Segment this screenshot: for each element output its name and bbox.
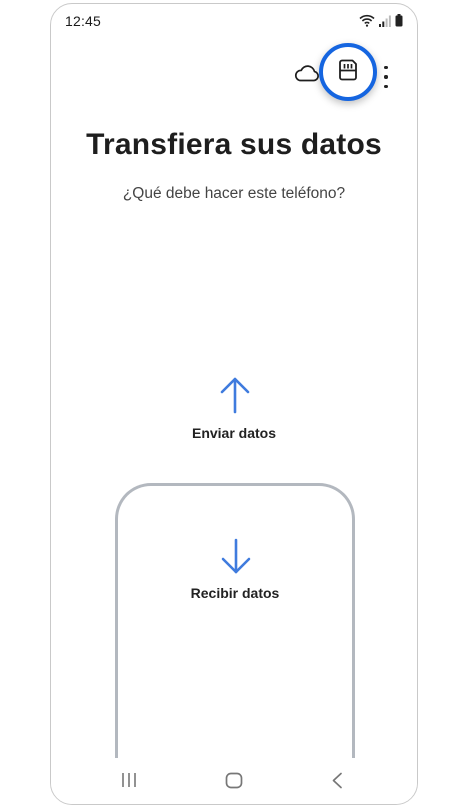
recents-icon[interactable] — [121, 772, 137, 793]
cloud-button[interactable] — [293, 64, 321, 86]
wifi-icon — [359, 14, 375, 32]
sd-card-button[interactable] — [319, 43, 377, 101]
toolbar — [51, 43, 417, 106]
status-icons — [359, 14, 403, 32]
send-data-label: Enviar datos — [191, 425, 277, 441]
status-bar: 12:45 — [51, 4, 417, 40]
more-options-icon — [384, 66, 388, 70]
signal-icon — [379, 14, 391, 32]
arrow-up-icon — [219, 376, 251, 419]
page-title: Transfiera sus datos — [86, 128, 382, 161]
back-icon[interactable] — [331, 772, 343, 794]
more-options-button[interactable] — [381, 66, 391, 88]
receive-data-label: Recibir datos — [190, 585, 280, 601]
arrow-down-icon — [220, 538, 252, 581]
send-data-option[interactable]: Enviar datos — [51, 374, 417, 454]
home-icon[interactable] — [225, 772, 243, 794]
receive-data-option[interactable]: Recibir datos — [115, 483, 355, 804]
cloud-icon — [294, 64, 320, 87]
status-time: 12:45 — [65, 13, 102, 29]
battery-icon — [395, 14, 403, 32]
sd-card-icon — [338, 59, 358, 86]
page-subtitle: ¿Qué debe hacer este teléfono? — [122, 185, 346, 202]
phone-frame: 12:45 Transfiera sus datos ¿Qué debe hac… — [50, 3, 418, 805]
navigation-bar — [51, 758, 417, 804]
